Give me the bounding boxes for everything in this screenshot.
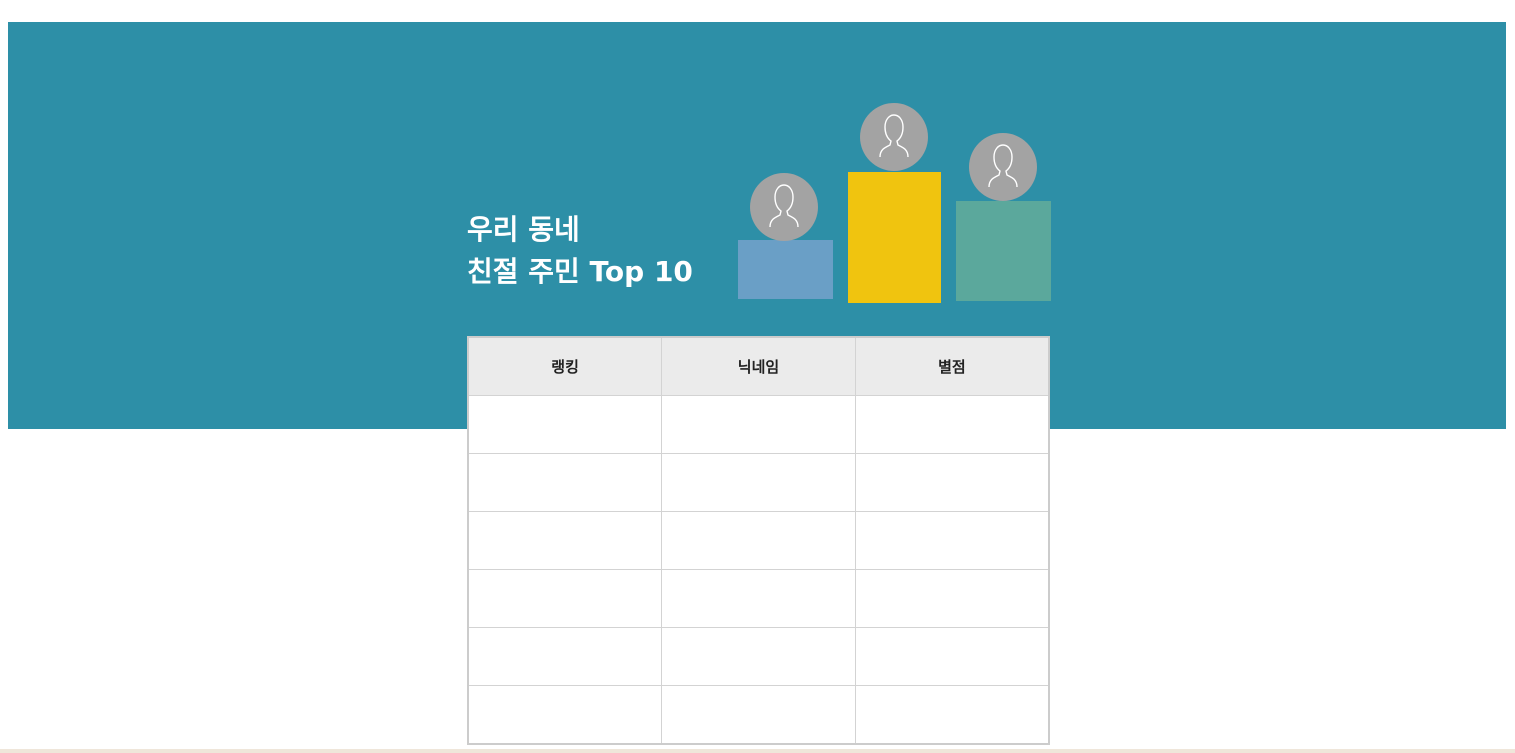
rank-cell bbox=[467, 569, 663, 628]
table-row bbox=[467, 685, 1050, 745]
page-bottom-divider bbox=[0, 749, 1515, 753]
column-header-rating: 별점 bbox=[854, 336, 1050, 396]
podium-second-place bbox=[738, 240, 833, 299]
title-line-1: 우리 동네 bbox=[467, 213, 580, 246]
rating-cell bbox=[854, 569, 1050, 628]
rank-cell bbox=[467, 685, 663, 745]
nickname-cell bbox=[661, 569, 856, 628]
table-row bbox=[467, 395, 1050, 454]
user-silhouette-icon bbox=[860, 103, 928, 171]
rank-cell bbox=[467, 627, 663, 686]
rank-cell bbox=[467, 395, 663, 454]
table-row bbox=[467, 627, 1050, 686]
table-header-row: 랭킹 닉네임 별점 bbox=[467, 336, 1050, 396]
nickname-cell bbox=[661, 627, 856, 686]
rating-cell bbox=[854, 395, 1050, 454]
page-title: 우리 동네 친절 주민 Top 10 bbox=[467, 209, 693, 293]
nickname-cell bbox=[661, 511, 856, 570]
nickname-cell bbox=[661, 395, 856, 454]
title-line-2: 친절 주민 Top 10 bbox=[467, 255, 693, 288]
nickname-cell bbox=[661, 685, 856, 745]
table-row bbox=[467, 511, 1050, 570]
table-row bbox=[467, 569, 1050, 628]
table-row bbox=[467, 453, 1050, 512]
rating-cell bbox=[854, 511, 1050, 570]
column-header-nickname: 닉네임 bbox=[661, 336, 856, 396]
column-header-rank: 랭킹 bbox=[467, 336, 663, 396]
user-silhouette-icon bbox=[750, 173, 818, 241]
rank-cell bbox=[467, 511, 663, 570]
rating-cell bbox=[854, 453, 1050, 512]
nickname-cell bbox=[661, 453, 856, 512]
user-silhouette-icon bbox=[969, 133, 1037, 201]
ranking-table: 랭킹 닉네임 별점 bbox=[467, 336, 1050, 745]
rank-cell bbox=[467, 453, 663, 512]
rating-cell bbox=[854, 627, 1050, 686]
rating-cell bbox=[854, 685, 1050, 745]
podium-third-place bbox=[956, 201, 1051, 301]
podium-first-place bbox=[848, 172, 941, 303]
